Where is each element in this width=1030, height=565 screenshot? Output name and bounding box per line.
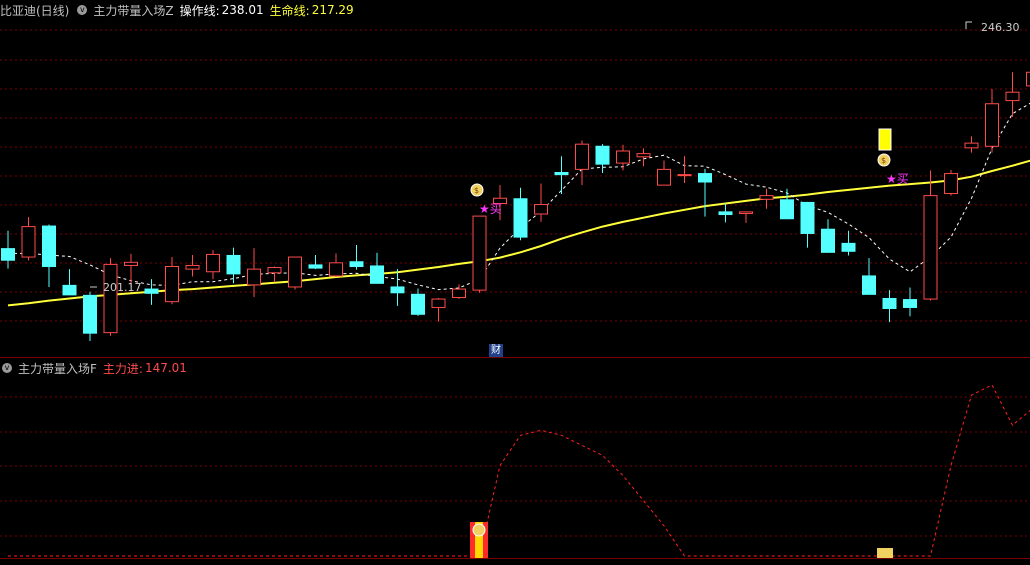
candle-body (677, 174, 692, 177)
candle-body (903, 299, 917, 308)
candle-body (247, 268, 261, 286)
candle-body (780, 199, 794, 220)
candle-body (636, 153, 651, 158)
stock-title[interactable]: 比亚迪(日线) (0, 2, 69, 19)
candle-body (657, 168, 671, 186)
candle-body (1, 248, 15, 261)
chart-canvas[interactable]: 246.30201.17★买★买$$ (0, 0, 1030, 565)
candle-body (144, 288, 159, 294)
candle-body (411, 293, 425, 315)
money-bag-icon (877, 548, 893, 558)
candle-body (1005, 91, 1020, 102)
candle-body (21, 226, 36, 258)
money-bag-sign: $ (474, 186, 479, 195)
candle-body (431, 298, 446, 308)
money-bag-icon (472, 523, 486, 537)
sub-header: v 主力带量入场F 主力进: 147.01 (0, 358, 193, 378)
candle-body (513, 198, 528, 238)
main-header: 比亚迪(日线) v 主力带量入场Z 操作线: 238.01 生命线: 217.2… (0, 0, 360, 20)
candle-body (923, 195, 938, 300)
candle-body (390, 286, 405, 294)
zhuli-value: 147.01 (144, 361, 187, 375)
candle-body (862, 275, 876, 295)
candle-body (985, 103, 999, 147)
candle-body (841, 242, 856, 252)
buy-marker: ★买 (886, 172, 909, 186)
life-label: 生命线: (269, 3, 310, 18)
candle-body (944, 173, 958, 195)
op-label: 操作线: (179, 3, 220, 18)
money-bag-sign: $ (881, 156, 886, 165)
candle-body (698, 173, 712, 183)
buy-marker: ★买 (479, 202, 502, 216)
fin-marker[interactable]: 财 (489, 344, 503, 357)
operation-line (8, 102, 1030, 291)
highlight-candle (878, 128, 892, 151)
candle-body (1026, 71, 1030, 87)
indicator-name[interactable]: 主力带量入场Z (93, 2, 173, 19)
candle-body (308, 264, 323, 269)
candle-body (554, 172, 569, 176)
candle-body (759, 195, 774, 200)
op-value: 238.01 (221, 3, 264, 17)
high-pointer (965, 21, 972, 29)
candle-body (185, 264, 200, 270)
zhuli-line (8, 384, 1030, 557)
dropdown-icon[interactable]: v (2, 363, 12, 373)
candle-body (103, 263, 118, 334)
candle-body (62, 284, 77, 296)
pane-divider-2 (0, 558, 1030, 559)
high-label: 246.30 (981, 21, 1020, 34)
candle-body (964, 142, 979, 149)
candle-body (452, 288, 466, 298)
candle-body (206, 253, 220, 273)
candle-body (226, 254, 241, 275)
candle-body (595, 145, 610, 165)
candle-body (288, 256, 302, 288)
candle-body (718, 211, 733, 216)
candle-body (267, 267, 282, 274)
candle-body (370, 265, 384, 284)
dropdown-icon[interactable]: v (77, 5, 88, 15)
candle-body (739, 211, 753, 214)
candle-body (534, 204, 548, 215)
candle-body (124, 261, 138, 266)
life-value: 217.29 (311, 3, 354, 17)
candle-body (616, 150, 630, 164)
zhuli-label: 主力进: (102, 361, 143, 376)
candle-body (800, 201, 815, 234)
candle-body (165, 266, 179, 303)
sub-indicator-name[interactable]: 主力带量入场F (18, 360, 97, 377)
candle-body (83, 294, 97, 334)
candle-body (575, 143, 589, 170)
money-bag-icon: $ (470, 183, 484, 197)
candle-body (329, 262, 343, 277)
low-label: 201.17 (103, 281, 142, 294)
candle-body (821, 228, 835, 253)
candle-body (882, 298, 897, 310)
candle-body (349, 261, 364, 268)
money-bag-icon: $ (877, 153, 891, 167)
candle-body (472, 215, 487, 291)
candle-body (42, 225, 56, 268)
